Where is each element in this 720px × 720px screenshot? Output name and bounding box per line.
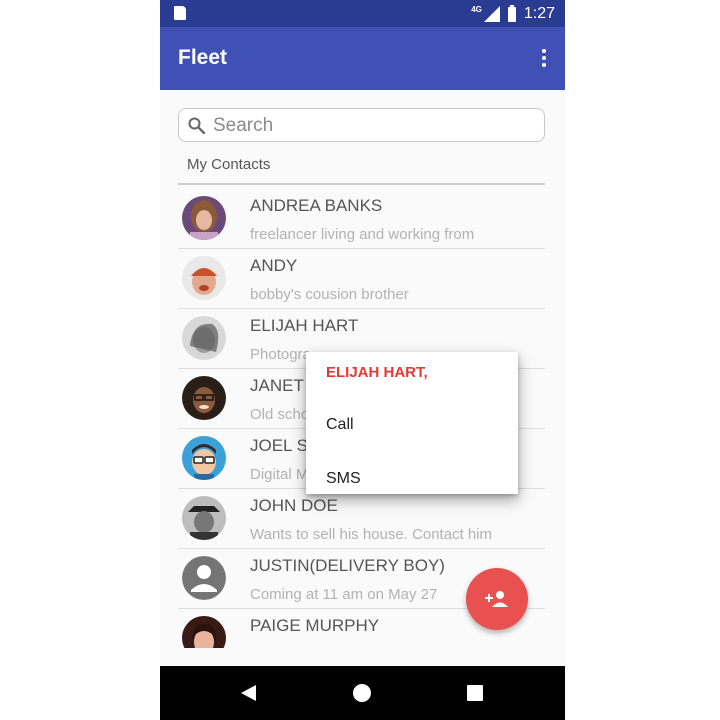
contact-name: JUSTIN(DELIVERY BOY) <box>250 556 445 575</box>
battery-icon <box>507 4 516 22</box>
app-bar: Fleet <box>160 27 565 90</box>
avatar <box>182 316 226 360</box>
add-person-icon <box>485 591 508 607</box>
contact-name: PAIGE MURPHY <box>250 616 380 635</box>
contact-row[interactable]: ANDREA BANKS freelancer living and worki… <box>178 188 545 249</box>
call-label: Call <box>326 416 354 433</box>
status-icons: 4G 1:27 <box>471 3 555 25</box>
context-menu-title: ELIJAH HART, <box>326 364 428 381</box>
avatar <box>182 436 226 480</box>
signal-icon <box>483 6 500 22</box>
avatar <box>182 496 226 540</box>
avatar <box>182 196 226 240</box>
contact-name: JOEL S <box>250 436 308 455</box>
default-person-icon <box>182 556 226 600</box>
more-vert-icon[interactable] <box>537 47 551 71</box>
status-bar: 4G 1:27 <box>160 0 565 27</box>
status-time: 1:27 <box>523 5 555 22</box>
contact-name: JANET <box>250 376 304 395</box>
contact-subtitle: Wants to sell his house. Contact him <box>250 526 493 543</box>
recents-icon[interactable] <box>467 685 483 701</box>
avatar <box>182 256 226 300</box>
nav-bar <box>160 666 565 720</box>
section-divider <box>178 183 545 185</box>
home-icon[interactable] <box>353 684 371 702</box>
contact-subtitle: Digital M <box>250 466 309 483</box>
search-input[interactable] <box>213 114 533 138</box>
section-label: My Contacts <box>187 156 271 173</box>
avatar <box>182 376 226 420</box>
contact-subtitle: freelancer living and working from <box>250 226 475 243</box>
app-title: Fleet <box>178 46 228 69</box>
contact-row[interactable]: ANDY bobby's cousion brother <box>178 248 545 309</box>
search-icon <box>188 117 205 134</box>
sms-menu-item[interactable]: SMS <box>306 460 518 500</box>
contact-context-menu: ELIJAH HART, Call SMS <box>306 352 518 494</box>
contact-subtitle: Old scho <box>250 406 310 423</box>
sd-card-icon <box>174 6 186 20</box>
add-contact-button[interactable] <box>466 568 528 630</box>
contact-name: ANDREA BANKS <box>250 196 383 215</box>
back-icon[interactable] <box>241 685 256 701</box>
search-box[interactable] <box>178 108 545 142</box>
contact-name: ANDY <box>250 256 298 275</box>
contact-subtitle: Photogra <box>250 346 311 363</box>
network-type: 4G <box>471 4 482 14</box>
contact-name: ELIJAH HART <box>250 316 359 335</box>
contact-subtitle: bobby's cousion brother <box>250 286 409 303</box>
sms-label: SMS <box>326 470 361 487</box>
call-menu-item[interactable]: Call <box>306 406 518 446</box>
avatar <box>182 616 226 648</box>
contact-subtitle: Coming at 11 am on May 27 <box>250 586 438 603</box>
